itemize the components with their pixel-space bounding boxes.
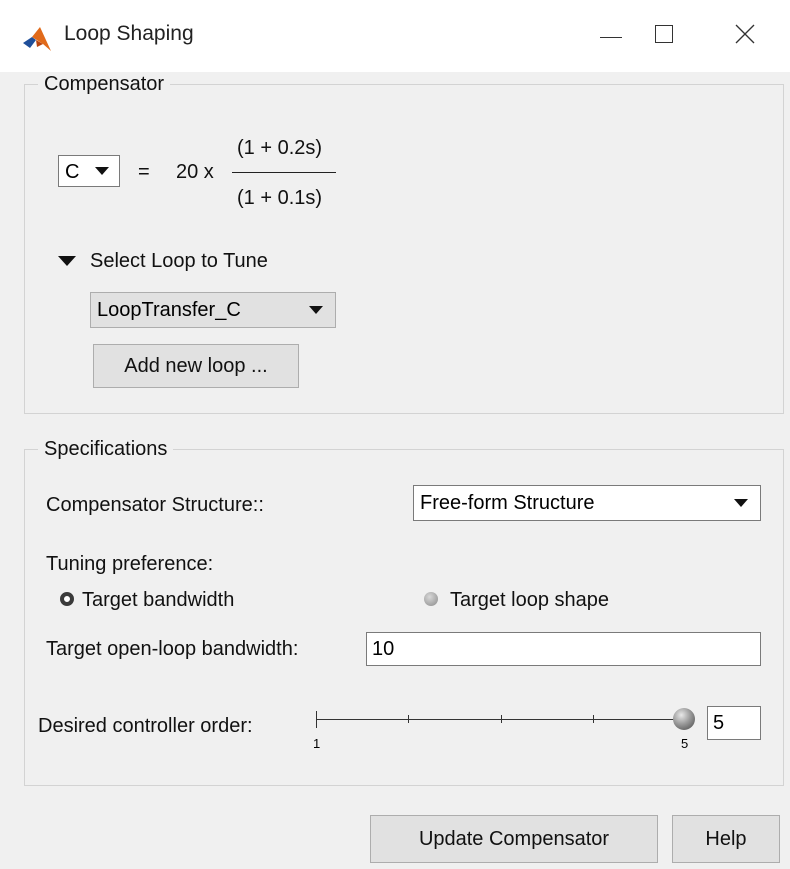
add-new-loop-button[interactable]: Add new loop ... <box>93 344 299 388</box>
compensator-select[interactable]: C <box>58 155 120 187</box>
chevron-down-icon <box>734 499 748 507</box>
help-button[interactable]: Help <box>672 815 780 863</box>
radio-target-loop-shape-label: Target loop shape <box>450 589 610 611</box>
compensator-panel-legend: Compensator <box>38 73 171 96</box>
compensator-gain: 20 x <box>176 161 214 183</box>
maximize-button[interactable] <box>638 14 692 56</box>
loop-section-toggle[interactable]: Select Loop to Tune <box>58 248 318 276</box>
compensator-structure-select[interactable]: Free-form Structure <box>413 485 761 521</box>
specifications-panel-legend: Specifications <box>38 438 174 461</box>
controller-order-slider[interactable]: 1 5 <box>312 704 698 764</box>
compensator-structure-value: Free-form Structure <box>420 492 595 514</box>
compensator-select-value: C <box>65 161 80 183</box>
compensator-numerator: (1 + 0.2s) <box>237 137 323 159</box>
compensator-structure-label: Compensator Structure:: <box>46 494 264 516</box>
chevron-down-icon <box>95 167 109 175</box>
minimize-button[interactable] <box>585 14 639 56</box>
close-button[interactable] <box>718 14 772 56</box>
update-compensator-button[interactable]: Update Compensator <box>370 815 658 863</box>
slider-thumb[interactable] <box>673 708 695 730</box>
slider-tick <box>593 715 594 723</box>
controller-order-input[interactable]: 5 <box>707 706 761 740</box>
tuning-preference-label: Tuning preference: <box>46 553 214 575</box>
loop-select[interactable]: LoopTransfer_C <box>90 292 336 328</box>
slider-tick <box>501 715 502 723</box>
bandwidth-input[interactable]: 10 <box>366 632 761 666</box>
title-bar: Loop Shaping <box>0 0 790 72</box>
bandwidth-label: Target open-loop bandwidth: <box>46 638 299 660</box>
radio-unselected-icon <box>424 592 438 606</box>
loop-section-label: Select Loop to Tune <box>90 250 268 272</box>
radio-target-bandwidth-label: Target bandwidth <box>82 589 235 611</box>
controller-order-label: Desired controller order: <box>38 715 253 737</box>
matlab-logo-icon <box>23 27 51 51</box>
slider-min-label: 1 <box>313 736 321 751</box>
close-icon <box>735 24 755 44</box>
window-title: Loop Shaping <box>64 22 194 45</box>
slider-max-label: 5 <box>681 736 689 751</box>
slider-tick <box>408 715 409 723</box>
fraction-bar <box>232 172 336 173</box>
compensator-denominator: (1 + 0.1s) <box>237 187 323 209</box>
equals-sign: = <box>138 161 150 183</box>
slider-tick <box>316 711 317 728</box>
radio-selected-icon <box>60 592 74 606</box>
radio-target-loop-shape[interactable]: Target loop shape <box>424 585 664 615</box>
loop-select-value: LoopTransfer_C <box>97 299 241 321</box>
radio-target-bandwidth[interactable]: Target bandwidth <box>60 585 300 615</box>
chevron-down-icon <box>309 306 323 314</box>
triangle-down-icon <box>58 256 76 266</box>
